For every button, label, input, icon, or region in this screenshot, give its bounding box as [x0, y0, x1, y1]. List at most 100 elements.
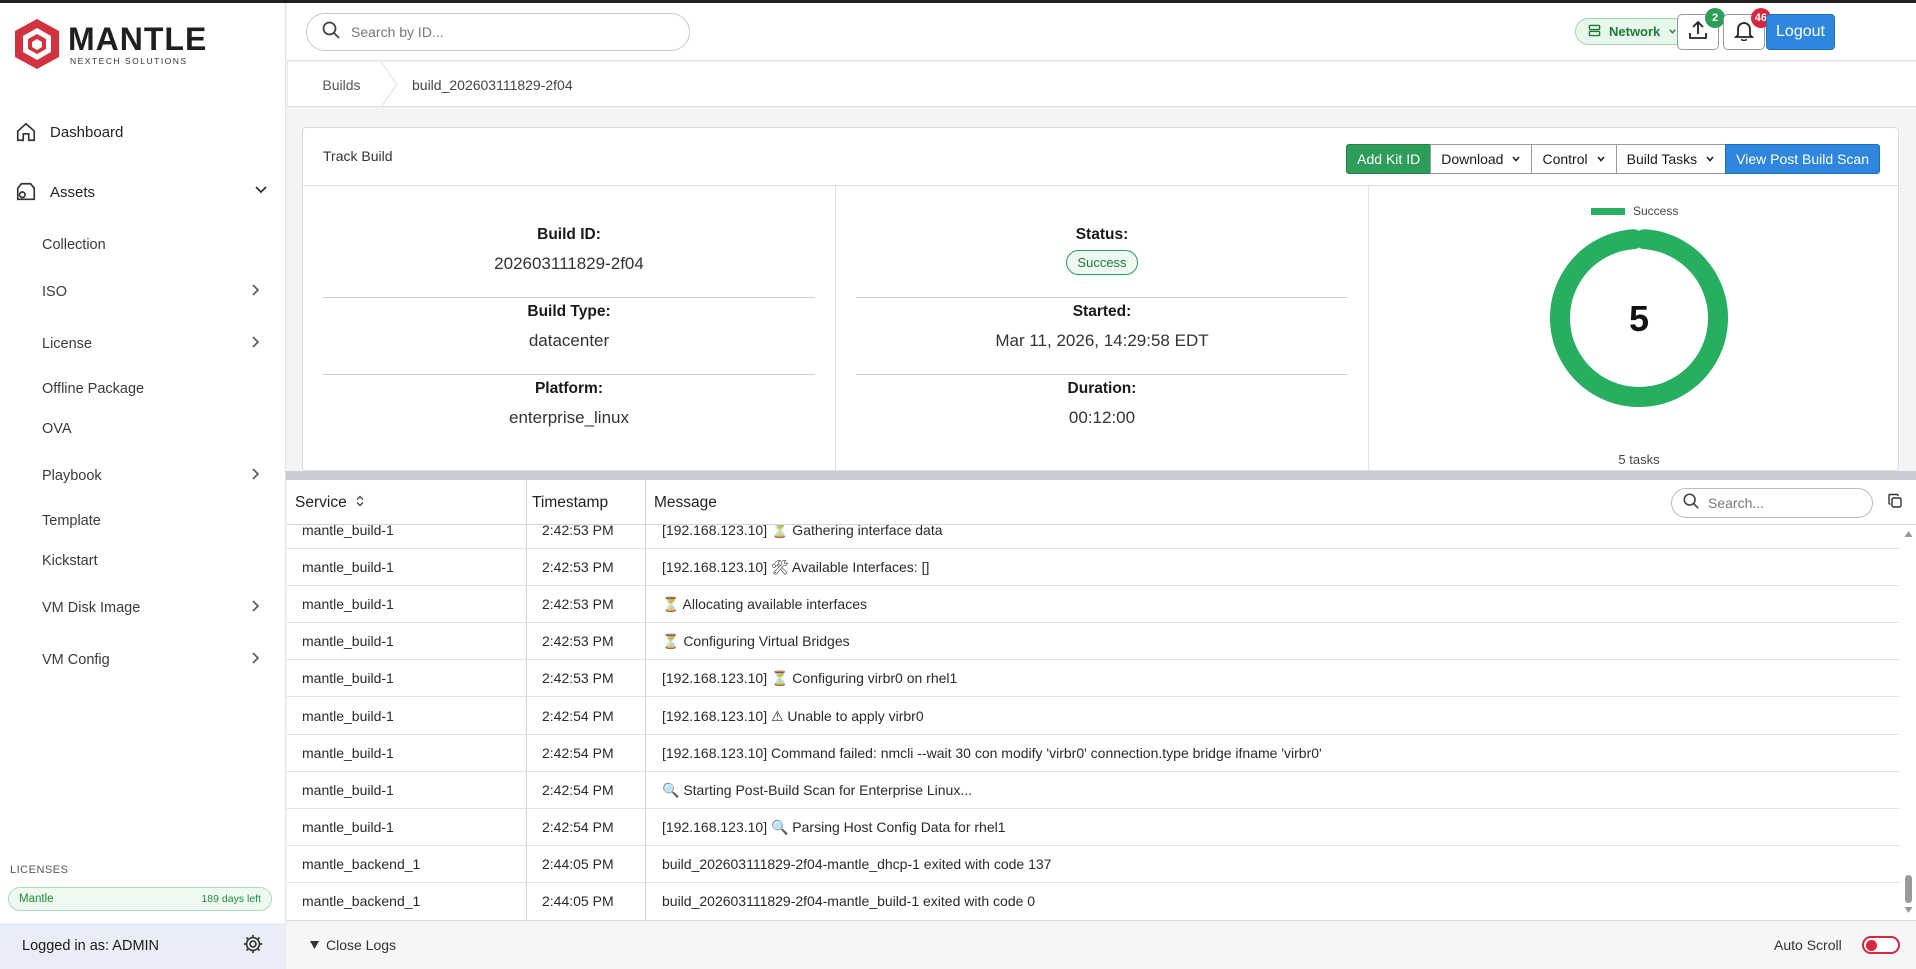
donut-center-value: 5 — [1629, 298, 1649, 339]
build-type-value: datacenter — [528, 331, 610, 350]
log-timestamp-cell: 2:42:54 PM — [542, 818, 614, 835]
licenses-heading: LICENSES — [10, 864, 69, 876]
sidebar-item-playbook[interactable]: Playbook — [42, 467, 262, 485]
breadcrumb-current: build_202603111829-2f04 — [412, 76, 573, 93]
log-service-cell: mantle_build-1 — [302, 818, 394, 835]
log-message-cell: 🔍 Starting Post-Build Scan for Enterpris… — [662, 781, 973, 798]
log-row: mantle_build-1 2:42:54 PM 🔍 Starting Post-… — [287, 772, 1899, 809]
log-message-cell: ⏳ Allocating available interfaces — [662, 596, 867, 613]
chart-legend: Success — [1591, 204, 1678, 218]
sidebar-item-label: VM Config — [42, 652, 110, 668]
chevron-right-icon — [248, 335, 262, 353]
log-search-box[interactable] — [1671, 488, 1873, 518]
sidebar-item-dashboard[interactable]: Dashboard — [14, 120, 269, 144]
log-service-cell: mantle_backend_1 — [302, 893, 421, 909]
download-label: Download — [1441, 151, 1504, 167]
search-box[interactable] — [306, 13, 690, 51]
legend-label-success: Success — [1633, 204, 1679, 218]
divider — [323, 374, 815, 375]
logout-button[interactable]: Logout — [1766, 14, 1835, 50]
gear-icon[interactable] — [242, 933, 264, 959]
log-service-cell: mantle_build-1 — [302, 744, 394, 761]
log-service-cell: mantle_build-1 — [302, 707, 394, 724]
close-logs-label: Close Logs — [326, 937, 397, 953]
card-header: Track Build Add Kit ID Download Control … — [303, 128, 1898, 186]
log-row: mantle_build-1 2:42:53 PM [192.168.123.10]… — [287, 660, 1899, 698]
brand-tagline: NEXTECH SOLUTIONS — [70, 55, 188, 66]
close-logs-button[interactable]: Close Logs — [309, 937, 396, 953]
status-value-wrap: Success — [856, 250, 1348, 275]
log-message-cell: build_202603111829-2f04-mantle_build-1 e… — [662, 893, 1036, 909]
panel-resize-handle[interactable] — [286, 471, 1916, 480]
sidebar-item-label: Offline Package — [42, 381, 145, 397]
sidebar-item-iso[interactable]: ISO — [42, 283, 262, 301]
control-label: Control — [1542, 151, 1588, 167]
logs-table-body: mantle_build-1 2:42:53 PM [192.168.123.10]… — [287, 525, 1899, 919]
timestamp-column-header[interactable]: Timestamp — [532, 494, 608, 512]
network-dropdown[interactable]: Network — [1575, 18, 1691, 45]
sidebar-item-ova[interactable]: OVA — [42, 421, 262, 437]
brand-logo[interactable]: MANTLE NEXTECH SOLUTIONS — [12, 17, 207, 71]
top-bar: Network 2 46 Logout — [287, 3, 1916, 61]
chevron-down-icon — [253, 182, 269, 202]
notifications-button[interactable]: 46 — [1723, 8, 1771, 50]
platform-label: Platform: — [534, 380, 604, 397]
log-message-cell: build_202603111829-2f04-mantle_dhcp-1 ex… — [662, 855, 1052, 872]
divider — [856, 297, 1348, 298]
control-dropdown[interactable]: Control — [1531, 144, 1617, 174]
assets-icon — [14, 180, 38, 204]
sidebar-item-template[interactable]: Template — [42, 513, 262, 529]
sidebar-item-license[interactable]: License — [42, 335, 262, 353]
sidebar-item-offline-package[interactable]: Offline Package — [42, 381, 262, 397]
view-post-build-scan-button[interactable]: View Post Build Scan — [1725, 144, 1880, 174]
log-search-input[interactable] — [1708, 495, 1858, 511]
log-timestamp-cell: 2:42:53 PM — [542, 633, 614, 650]
server-icon — [1588, 24, 1601, 40]
auto-scroll-toggle[interactable] — [1862, 936, 1900, 954]
log-row: mantle_build-1 2:42:53 PM [192.168.123.10]… — [287, 525, 1899, 549]
started-value: Mar 11, 2026, 14:29:58 EDT — [995, 331, 1209, 350]
brand-name: MANTLE — [68, 20, 208, 57]
add-kit-id-button[interactable]: Add Kit ID — [1346, 144, 1432, 174]
log-timestamp-cell: 2:42:54 PM — [542, 781, 614, 798]
download-dropdown[interactable]: Download — [1430, 144, 1533, 174]
build-tasks-dropdown[interactable]: Build Tasks — [1615, 144, 1727, 174]
service-column-header[interactable]: Service — [295, 494, 365, 512]
sidebar: MANTLE NEXTECH SOLUTIONS Dashboard Asset… — [0, 3, 286, 969]
log-row: mantle_build-1 2:42:54 PM [192.168.123.10]… — [287, 698, 1899, 735]
log-row: mantle_build-1 2:42:53 PM ⏳ Configuring Vi… — [287, 623, 1899, 661]
license-badge[interactable]: Mantle 189 days left — [8, 887, 272, 911]
mantle-logo-icon — [15, 19, 59, 69]
sidebar-item-label: VM Disk Image — [42, 600, 141, 616]
copy-icon[interactable] — [1887, 493, 1903, 514]
logs-footer: Close Logs Auto Scroll — [287, 920, 1916, 969]
chevron-right-icon — [248, 599, 262, 617]
log-service-cell: mantle_build-1 — [302, 633, 394, 650]
license-name: Mantle — [19, 893, 54, 905]
sidebar-item-vm-disk-image[interactable]: VM Disk Image — [42, 599, 262, 617]
upload-button[interactable]: 2 — [1677, 8, 1725, 50]
log-service-cell: mantle_build-1 — [302, 670, 394, 687]
log-timestamp-cell: 2:44:05 PM — [542, 893, 614, 909]
divider — [323, 297, 815, 298]
build-type-label: Build Type: — [527, 303, 611, 320]
message-column-header[interactable]: Message — [654, 494, 717, 512]
chevron-right-icon — [248, 651, 262, 669]
log-timestamp-cell: 2:42:54 PM — [542, 707, 614, 724]
log-message-cell: [192.168.123.10] 🛠 Available Interfaces:… — [662, 559, 930, 576]
upload-count-badge: 2 — [1705, 8, 1725, 28]
platform-value: enterprise_linux — [508, 408, 629, 427]
sidebar-item-assets[interactable]: Assets — [14, 180, 269, 204]
search-icon — [321, 20, 341, 45]
chevron-down-icon — [1705, 151, 1715, 167]
search-input[interactable] — [351, 24, 651, 40]
build-type-field: Build Type: datacenter — [323, 303, 815, 351]
sidebar-item-vm-config[interactable]: VM Config — [42, 651, 262, 669]
log-timestamp-cell: 2:44:05 PM — [542, 855, 614, 872]
license-days-left: 189 days left — [201, 893, 261, 905]
log-scrollbar[interactable] — [1901, 525, 1916, 919]
build-id-value: 202603111829-2f04 — [494, 254, 644, 273]
sidebar-item-collection[interactable]: Collection — [42, 237, 262, 253]
sidebar-item-kickstart[interactable]: Kickstart — [42, 553, 262, 569]
log-service-cell: mantle_build-1 — [302, 596, 394, 613]
